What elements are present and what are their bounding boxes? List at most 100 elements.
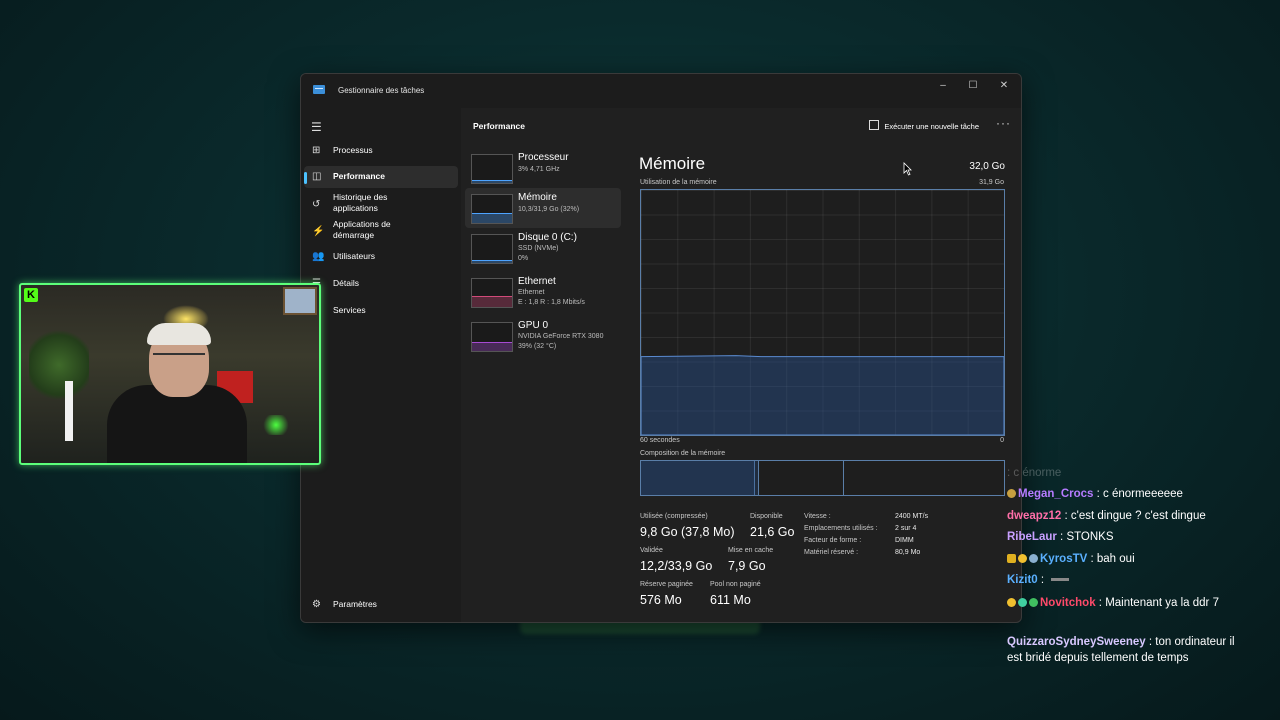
content-header: Performance Exécuter une nouvelle tâche … — [461, 108, 1021, 142]
composition-standby — [759, 461, 844, 495]
device-item-ethernet[interactable]: Ethernet Ethernet E : 1,8 R : 1,8 Mbits/… — [465, 272, 621, 312]
usage-max: 31,9 Go — [979, 179, 1004, 186]
sidebar-item-label: Applications de démarrage — [333, 219, 391, 240]
chat-message: Kizit0 : — [1007, 572, 1237, 588]
chat-text: STONKS — [1066, 531, 1114, 543]
form-factor-label: Facteur de forme : — [804, 537, 862, 544]
device-subtitle: 3% 4,71 GHz — [518, 166, 560, 173]
chat-message: Novitchok : Maintenant ya la ddr 7 — [1007, 595, 1237, 611]
chat-badge-icon — [1029, 554, 1038, 563]
device-subtitle: NVIDIA GeForce RTX 3080 — [518, 333, 604, 340]
chat-username: RibeLaur — [1007, 531, 1057, 543]
task-manager-icon — [313, 85, 325, 94]
chat-emote-icon — [1051, 578, 1070, 581]
green-light — [261, 415, 291, 435]
paged-pool-value: 576 Mo — [640, 593, 682, 607]
sidebar-item-label: Utilisateurs — [333, 251, 376, 261]
device-name: Ethernet — [518, 276, 556, 287]
maximize-button[interactable]: ☐ — [961, 77, 985, 95]
memory-usage-graph — [640, 189, 1005, 436]
panel-title: Mémoire — [639, 154, 706, 173]
hardware-reserved-label: Matériel réservé : — [804, 549, 859, 556]
chat-text: c'est dingue ? c'est dingue — [1070, 510, 1206, 522]
sidebar-item-performance[interactable]: ◫ Performance — [304, 166, 458, 188]
device-item-processeur[interactable]: Processeur 3% 4,71 GHz — [465, 148, 621, 188]
background-light — [65, 381, 73, 441]
available-label: Disponible — [750, 513, 783, 520]
sidebar-item-label: Détails — [333, 278, 359, 288]
nonpaged-pool-value: 611 Mo — [710, 593, 751, 607]
sidebar-item-startup[interactable]: ⚡ Applications de démarrage — [304, 219, 458, 245]
device-name: Mémoire — [518, 192, 557, 203]
cached-label: Mise en cache — [728, 547, 774, 554]
sidebar-item-services[interactable]: ⚙ Services — [304, 300, 458, 322]
device-item-disque[interactable]: Disque 0 (C:) SSD (NVMe) 0% — [465, 228, 621, 268]
run-new-task-button[interactable]: Exécuter une nouvelle tâche — [869, 120, 979, 131]
more-options-button[interactable]: ··· — [996, 116, 1011, 130]
device-name: Disque 0 (C:) — [518, 232, 577, 243]
chat-text: Maintenant ya la ddr 7 — [1105, 597, 1219, 609]
history-icon: ↺ — [312, 199, 321, 210]
sidebar-item-history[interactable]: ↺ Historique des applications — [304, 192, 458, 218]
composition-label: Composition de la mémoire — [640, 450, 726, 457]
page-title: Performance — [473, 121, 525, 131]
minimize-button[interactable]: – — [931, 77, 955, 95]
chat-badge-icon — [1029, 598, 1038, 607]
cached-value: 7,9 Go — [728, 559, 766, 573]
device-thumbnail — [471, 322, 513, 352]
slots-label: Emplacements utilisés : — [804, 525, 878, 532]
device-subtitle-2: E : 1,8 R : 1,8 Mbits/s — [518, 299, 585, 306]
used-value: 9,8 Go (37,8 Mo) — [640, 525, 735, 539]
sidebar-item-label: Services — [333, 305, 366, 315]
sidebar-item-label: Paramètres — [333, 599, 377, 609]
available-value: 21,6 Go — [750, 525, 795, 539]
chat-username: Megan_Crocs — [1018, 488, 1094, 500]
composition-in-use — [641, 461, 755, 495]
committed-label: Validée — [640, 547, 663, 554]
sidebar-item-label: Performance — [333, 171, 385, 181]
chat-message: QuizzaroSydneySweeney : ton ordinateur i… — [1007, 636, 1235, 664]
chat-badge-icon — [1007, 554, 1016, 563]
close-button[interactable]: ✕ — [992, 77, 1016, 95]
device-name: GPU 0 — [518, 320, 549, 331]
webcam-overlay: K — [19, 283, 321, 465]
hardware-reserved-value: 80,9 Mo — [895, 549, 921, 556]
thumbnail-fill — [472, 260, 512, 263]
usage-line — [641, 355, 1004, 435]
startup-icon: ⚡ — [312, 226, 325, 237]
thumbnail-fill — [472, 213, 512, 223]
sidebar-item-details[interactable]: ☰ Détails — [304, 273, 458, 295]
form-factor-value: DIMM — [895, 537, 914, 544]
sidebar-item-users[interactable]: 👥 Utilisateurs — [304, 246, 458, 268]
chat-badge-icon — [1018, 598, 1027, 607]
device-item-memoire[interactable]: Mémoire 10,3/31,9 Go (32%) — [465, 188, 621, 228]
hamburger-menu-icon[interactable]: ☰ — [311, 120, 322, 134]
device-subtitle-2: 39% (32 °C) — [518, 343, 557, 350]
streamer-body — [107, 385, 247, 463]
memory-composition-bar — [640, 460, 1005, 496]
title-bar: Gestionnaire des tâches – ☐ ✕ — [301, 74, 1021, 108]
window-title: Gestionnaire des tâches — [338, 86, 425, 95]
sidebar-item-label: Processus — [333, 145, 373, 155]
sidebar-item-processus[interactable]: ⊞ Processus — [304, 140, 458, 162]
chat-message: Megan_Crocs : c énormeeeeee — [1007, 486, 1237, 502]
chat-message: : c énorme — [1007, 467, 1062, 479]
gear-icon: ⚙ — [312, 599, 321, 610]
grid-icon: ⊞ — [312, 145, 321, 156]
chat-badge-icon — [1018, 554, 1027, 563]
thumbnail-fill — [472, 180, 512, 183]
device-item-gpu[interactable]: GPU 0 NVIDIA GeForce RTX 3080 39% (32 °C… — [465, 316, 621, 356]
time-axis-right: 0 — [1000, 437, 1004, 444]
usage-label: Utilisation de la mémoire — [640, 179, 717, 186]
time-axis-left: 60 secondes — [640, 437, 680, 444]
chat-message: dweapz12 : c'est dingue ? c'est dingue — [1007, 510, 1206, 522]
committed-value: 12,2/33,9 Go — [640, 559, 713, 573]
device-subtitle: SSD (NVMe) — [518, 245, 559, 252]
sidebar-item-settings[interactable]: ⚙ Paramètres — [304, 594, 458, 616]
wall-frame — [283, 287, 317, 315]
device-thumbnail — [471, 154, 513, 184]
chat-text: bah oui — [1096, 553, 1135, 565]
device-thumbnail — [471, 194, 513, 224]
users-icon: 👥 — [312, 251, 325, 262]
nonpaged-pool-label: Pool non paginé — [710, 581, 761, 588]
